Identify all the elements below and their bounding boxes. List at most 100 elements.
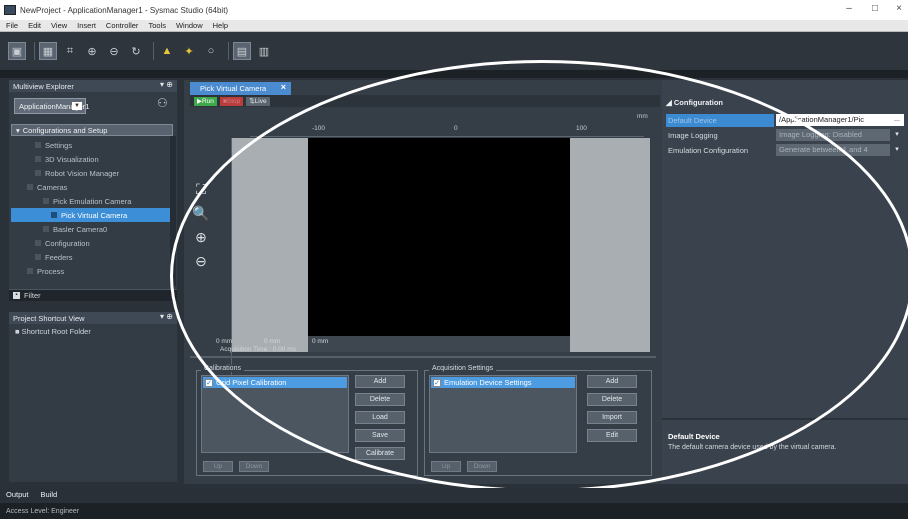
pin-icon[interactable]: ▾ ⊕: [160, 80, 173, 89]
reset-view-icon[interactable]: ↻: [127, 42, 145, 60]
fit-view-icon[interactable]: ⌗: [61, 42, 79, 60]
tree-item[interactable]: Pick Virtual Camera: [11, 208, 173, 222]
tree-item[interactable]: Cameras: [11, 180, 173, 194]
online-icon[interactable]: ○: [202, 42, 220, 60]
list-item[interactable]: ✓ Emulation Device Settings: [431, 377, 575, 388]
property-emulation-configuration[interactable]: Emulation Configuration Generate between…: [662, 144, 908, 157]
project-icon[interactable]: ▣: [8, 42, 26, 60]
stop-button[interactable]: ■Stop: [219, 96, 244, 106]
editor-splitter[interactable]: [190, 356, 656, 358]
checkbox[interactable]: ✓: [433, 378, 441, 387]
menu-controller[interactable]: Controller: [106, 21, 139, 30]
menu-help[interactable]: Help: [213, 21, 228, 30]
property-value[interactable]: Image Logging: Disabled: [776, 129, 890, 141]
toolbar-separator: [34, 42, 35, 60]
tree-item[interactable]: Settings: [11, 138, 173, 152]
zoom-in-icon[interactable]: ⊕: [192, 228, 210, 246]
acquisition-down-button[interactable]: Down: [467, 461, 497, 472]
description-title: Default Device: [668, 432, 720, 441]
calibration-up-button[interactable]: Up: [203, 461, 233, 472]
calibrate-button[interactable]: Calibrate: [355, 447, 405, 460]
menu-edit[interactable]: Edit: [28, 21, 41, 30]
tree-item-label: 3D Visualization: [45, 154, 99, 164]
filter-icon: ▪: [13, 292, 20, 299]
description-splitter[interactable]: [662, 418, 908, 420]
property-default-device[interactable]: Default Device /ApplicationManager1/Pic …: [662, 114, 908, 127]
tree-root-configurations[interactable]: ▾ Configurations and Setup: [11, 124, 173, 136]
tree-item[interactable]: Pick Emulation Camera: [11, 194, 173, 208]
property-value[interactable]: Generate between 1 and 4: [776, 144, 890, 156]
maximize-button[interactable]: □: [866, 2, 884, 16]
calibration-down-button[interactable]: Down: [239, 461, 269, 472]
collapse-arrow-icon[interactable]: ◢: [666, 98, 674, 107]
minimize-button[interactable]: –: [840, 2, 858, 16]
monitor-icon[interactable]: ▤: [233, 42, 251, 60]
tree-item[interactable]: Configuration: [11, 236, 173, 250]
browse-button[interactable]: ...: [890, 114, 904, 126]
explorer-scrollbar[interactable]: [170, 136, 176, 286]
properties-category[interactable]: ◢ Configuration: [666, 98, 723, 107]
live-button[interactable]: ⇅Live: [246, 96, 270, 106]
menu-view[interactable]: View: [51, 21, 67, 30]
pin-icon[interactable]: ▾ ⊕: [160, 312, 173, 321]
property-key: Image Logging: [668, 131, 718, 140]
tree-node-icon: [35, 170, 41, 176]
menu-tools[interactable]: Tools: [148, 21, 166, 30]
import-acquisition-button[interactable]: Import: [587, 411, 637, 424]
menu-window[interactable]: Window: [176, 21, 203, 30]
tab-build[interactable]: Build: [41, 490, 58, 499]
zoom-region-icon[interactable]: 🔍: [192, 204, 210, 222]
tree-item-label: Feeders: [45, 252, 73, 262]
camera-image[interactable]: [308, 138, 570, 336]
warning-icon[interactable]: ▲: [158, 42, 176, 60]
delete-acquisition-button[interactable]: Delete: [587, 393, 637, 406]
filter-bar[interactable]: ▪ Filter: [9, 289, 177, 301]
wizard-icon[interactable]: ✦: [180, 42, 198, 60]
position-z: 0 mm: [312, 338, 329, 345]
tree-item[interactable]: Basler Camera0: [11, 222, 173, 236]
tree-item[interactable]: Process: [11, 264, 173, 278]
collapse-arrow-icon[interactable]: ▾: [16, 126, 20, 135]
chevron-down-icon[interactable]: ▾: [890, 129, 904, 141]
toolbar-separator: [153, 42, 154, 60]
zoom-out-icon[interactable]: ⊖: [192, 252, 210, 270]
list-item[interactable]: ✓ Grid Pixel Calibration: [203, 377, 347, 388]
tree-item[interactable]: Robot Vision Manager: [11, 166, 173, 180]
zoom-out-icon[interactable]: ⊖: [105, 42, 123, 60]
tab-pick-virtual-camera[interactable]: Pick Virtual Camera ×: [190, 82, 291, 95]
canvas-margin-left: [232, 138, 308, 352]
ruler-tick-label: -100: [312, 125, 326, 132]
shortcut-root-folder[interactable]: ■ Shortcut Root Folder: [15, 327, 91, 336]
grid-icon[interactable]: ▦: [39, 42, 57, 60]
build-icon[interactable]: ▥: [255, 42, 273, 60]
add-calibration-button[interactable]: Add: [355, 375, 405, 388]
tree-item-label: Robot Vision Manager: [45, 168, 120, 178]
add-acquisition-button[interactable]: Add: [587, 375, 637, 388]
title-bar: NewProject - ApplicationManager1 - Sysma…: [0, 0, 908, 20]
close-icon[interactable]: ×: [281, 82, 286, 92]
zoom-in-icon[interactable]: ⊕: [83, 42, 101, 60]
tree-item-label: Configuration: [45, 238, 90, 248]
run-button[interactable]: ▶Run: [194, 96, 217, 106]
hierarchy-icon[interactable]: ⚇: [157, 96, 168, 110]
chevron-down-icon[interactable]: ▾: [890, 144, 904, 156]
delete-calibration-button[interactable]: Delete: [355, 393, 405, 406]
close-button[interactable]: ×: [890, 2, 908, 16]
acquisition-up-button[interactable]: Up: [431, 461, 461, 472]
load-calibration-button[interactable]: Load: [355, 411, 405, 424]
fit-view-icon[interactable]: ⛶: [192, 180, 210, 198]
tree-item[interactable]: 3D Visualization: [11, 152, 173, 166]
checkbox[interactable]: ✓: [205, 378, 213, 387]
menu-file[interactable]: File: [6, 21, 18, 30]
tree-item-label: Basler Camera0: [53, 224, 108, 234]
application-selector[interactable]: ApplicationManager1 ▼: [14, 98, 89, 114]
menu-insert[interactable]: Insert: [77, 21, 96, 30]
list-item-label: Grid Pixel Calibration: [216, 378, 287, 387]
tab-output[interactable]: Output: [6, 490, 29, 499]
tree-item[interactable]: Feeders: [11, 250, 173, 264]
save-calibration-button[interactable]: Save: [355, 429, 405, 442]
chevron-down-icon[interactable]: ▼: [72, 102, 82, 110]
edit-acquisition-button[interactable]: Edit: [587, 429, 637, 442]
property-image-logging[interactable]: Image Logging Image Logging: Disabled ▾: [662, 129, 908, 142]
property-value[interactable]: /ApplicationManager1/Pic: [776, 114, 890, 126]
